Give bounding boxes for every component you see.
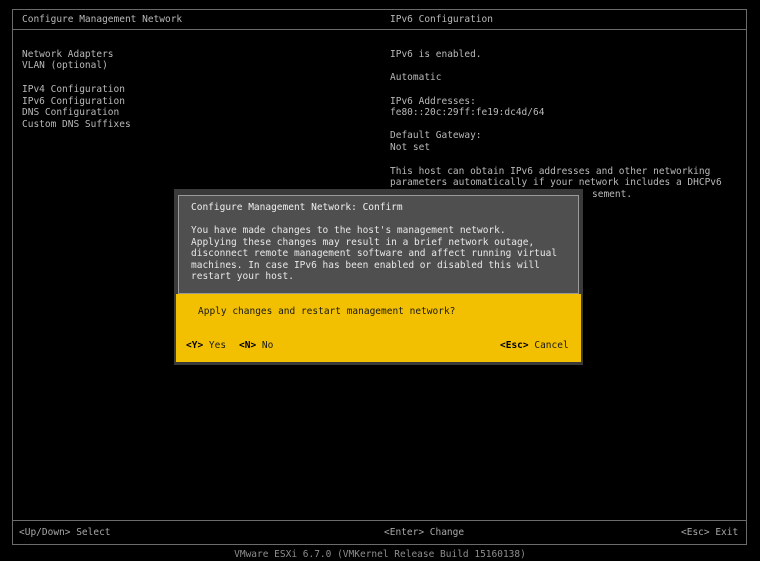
note-line-1: This host can obtain IPv6 addresses and …: [390, 166, 711, 177]
yes-label: Yes: [208, 340, 227, 351]
no-label: No: [261, 340, 274, 351]
dialog-header: Configure Management Network: Confirm Yo…: [178, 195, 579, 294]
hint-select: <Up/Down> Select: [19, 527, 111, 538]
menu-item-ipv4[interactable]: IPv4 Configuration: [22, 84, 125, 96]
status-bar: VMware ESXi 6.7.0 (VMKernel Release Buil…: [234, 549, 526, 560]
addresses-label: IPv6 Addresses:: [390, 96, 476, 107]
dialog-actions: Apply changes and restart management net…: [176, 294, 581, 362]
yes-button[interactable]: <Y> Yes: [186, 340, 226, 352]
dialog-message: You have made changes to the host's mana…: [191, 225, 558, 282]
hint-exit: <Esc> Exit: [681, 527, 739, 538]
hint-change: <Enter> Change: [384, 527, 465, 538]
note-line-2: parameters automatically if your network…: [390, 177, 722, 188]
header-right-title: IPv6 Configuration: [390, 14, 493, 25]
cancel-button[interactable]: <Esc> Cancel: [500, 340, 569, 352]
yes-key: <Y>: [186, 340, 204, 351]
menu-item-network-adapters[interactable]: Network Adapters: [22, 49, 114, 61]
gateway-value: Not set: [390, 142, 431, 153]
no-key: <N>: [239, 340, 257, 351]
ipv6-address: fe80::20c:29ff:fe19:dc4d/64: [390, 107, 545, 118]
header-divider: [12, 29, 747, 30]
ipv6-mode: Automatic: [390, 72, 442, 83]
menu-item-dns[interactable]: DNS Configuration: [22, 107, 119, 119]
header-left-title: Configure Management Network: [22, 14, 183, 25]
cancel-key: <Esc>: [500, 340, 529, 351]
menu-item-dns-suffixes[interactable]: Custom DNS Suffixes: [22, 119, 131, 131]
menu-item-ipv6[interactable]: IPv6 Configuration: [22, 96, 125, 108]
note-line-3: sement.: [592, 189, 633, 200]
ipv6-status: IPv6 is enabled.: [390, 49, 482, 60]
dialog-title: Configure Management Network: Confirm: [191, 202, 403, 213]
no-button[interactable]: <N> No: [239, 340, 273, 352]
cancel-label: Cancel: [534, 340, 569, 351]
footer-divider: [12, 520, 747, 521]
gateway-label: Default Gateway:: [390, 130, 482, 141]
dialog-question: Apply changes and restart management net…: [198, 306, 456, 317]
menu-item-vlan[interactable]: VLAN (optional): [22, 60, 108, 72]
